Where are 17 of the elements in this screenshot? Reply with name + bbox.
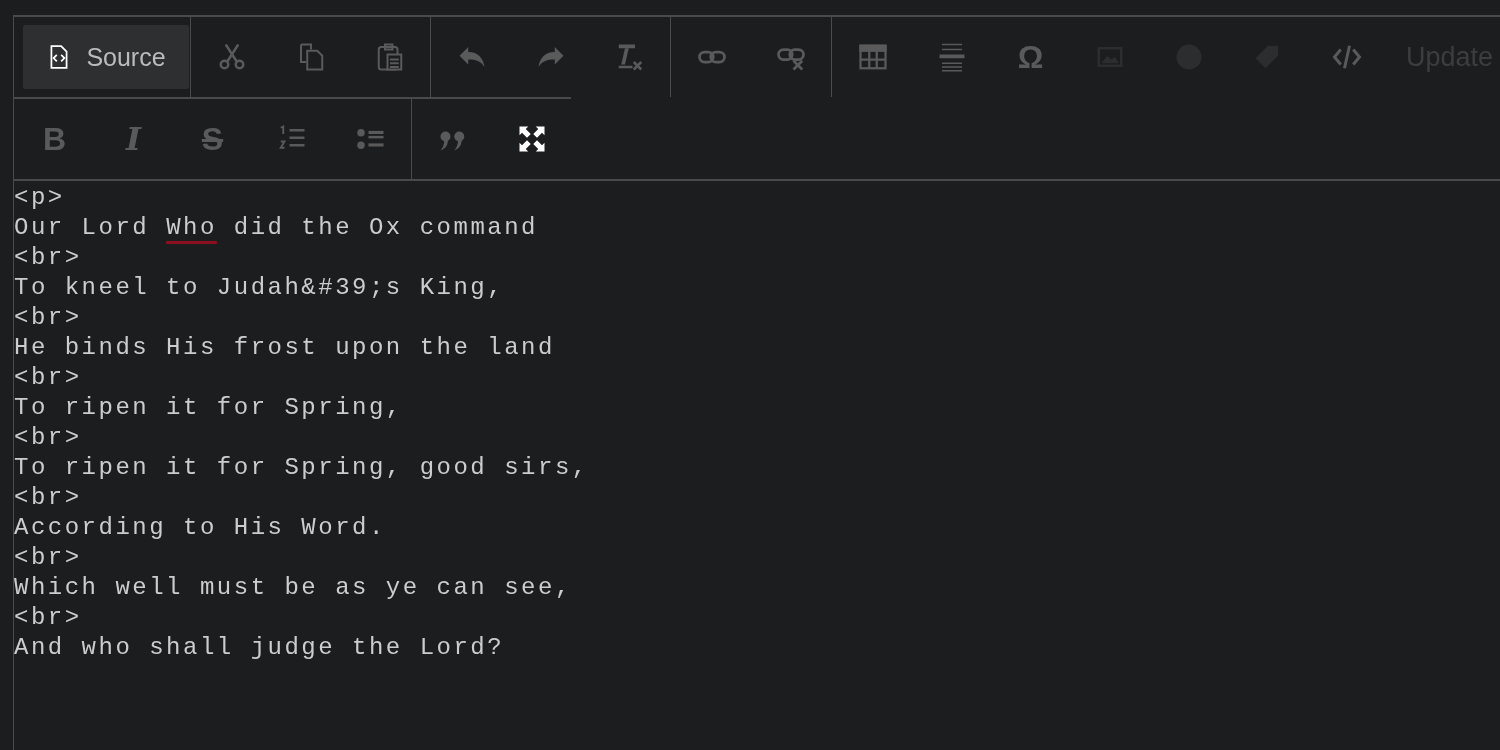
source-button[interactable]: Source — [23, 25, 189, 89]
source-line: According to His Word. — [14, 513, 386, 543]
source-line: <br> — [14, 603, 82, 633]
source-line: <br> — [14, 363, 82, 393]
source-line: To ripen it for Spring, — [14, 393, 403, 423]
source-line: To ripen it for Spring, good sirs, — [14, 453, 589, 483]
source-line: He binds His frost upon the land — [14, 333, 555, 363]
source-line: <br> — [14, 483, 82, 513]
source-line: And who shall judge the Lord? — [14, 633, 505, 663]
source-line: Our Lord Who did the Ox command — [14, 213, 538, 243]
source-line: <br> — [14, 243, 82, 273]
source-line: To kneel to Judah&#39;s King, — [14, 273, 505, 303]
source-line: <br> — [14, 543, 82, 573]
source-line: Which well must be as ye can see, — [14, 573, 572, 603]
source-line: <p> — [14, 183, 65, 213]
source-line: <br> — [14, 423, 82, 453]
source-line: <br> — [14, 303, 82, 333]
